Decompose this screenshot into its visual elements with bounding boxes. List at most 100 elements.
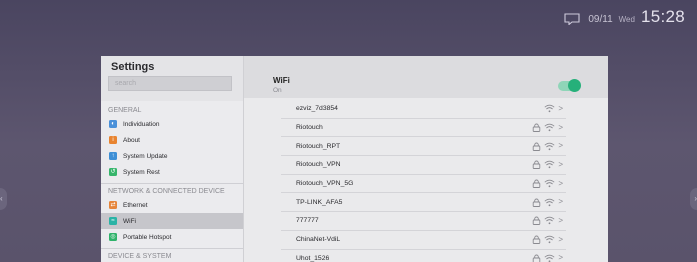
network-icons: > xyxy=(532,178,566,189)
wifi-signal-icon xyxy=(544,160,555,169)
sidebar-header: Settings search xyxy=(101,56,243,101)
left-edge-handle[interactable]: ‹ xyxy=(0,188,7,210)
hotspot-icon: ◎ xyxy=(109,233,117,241)
chevron-right-icon: > xyxy=(558,253,563,262)
section-divider xyxy=(101,248,243,249)
search-input[interactable]: search xyxy=(108,76,232,91)
wifi-panel: WiFi On ezviz_7d3854 > Riotouch > Riotouch_R… xyxy=(244,56,608,262)
sidebar-item-label: Individuation xyxy=(123,120,160,128)
chevron-right-icon: > xyxy=(558,141,563,151)
individuation-icon: ◐ xyxy=(109,120,117,128)
chevron-right-icon: > xyxy=(558,197,563,207)
wifi-signal-icon xyxy=(544,142,555,151)
network-ssid: Uhot_1526 xyxy=(296,254,330,262)
sidebar-item-label: Portable Hotspot xyxy=(123,233,172,241)
network-ssid: Riotouch xyxy=(296,124,323,132)
chevron-right-icon: > xyxy=(558,234,563,244)
network-ssid: Riotouch_RPT xyxy=(296,142,341,150)
lock-icon xyxy=(532,198,541,207)
sidebar-item-ethernet[interactable]: ⇄ Ethernet xyxy=(101,197,243,213)
wifi-signal-icon xyxy=(544,254,555,262)
right-edge-handle[interactable]: › xyxy=(690,188,697,210)
sidebar-item-system-update[interactable]: ↑ System Update xyxy=(101,148,243,164)
status-right: 09/11 Wed 15:28 xyxy=(564,8,685,26)
sidebar-item-system-rest[interactable]: ↺ System Rest xyxy=(101,164,243,180)
network-row[interactable]: ezviz_7d3854 > xyxy=(281,100,566,119)
sidebar-item-label: System Rest xyxy=(123,168,160,176)
network-row[interactable]: 777777 > xyxy=(281,212,566,231)
system-rest-icon: ↺ xyxy=(109,168,117,176)
toggle-knob xyxy=(568,79,581,92)
network-ssid: 777777 xyxy=(296,217,319,225)
ethernet-icon: ⇄ xyxy=(109,201,117,209)
network-ssid: TP-LINK_AFA5 xyxy=(296,198,343,206)
about-icon: i xyxy=(109,136,117,144)
network-icons: > xyxy=(532,142,566,151)
system-update-icon: ↑ xyxy=(109,152,117,160)
settings-window: Settings search GENERAL ◐ Individuation … xyxy=(101,56,608,262)
network-ssid: ChinaNet-VdiL xyxy=(296,236,341,244)
sidebar-item-individuation[interactable]: ◐ Individuation xyxy=(101,116,243,132)
settings-title: Settings xyxy=(111,61,155,73)
network-icons: > xyxy=(532,215,566,226)
status-bar: 09/11 Wed 15:28 xyxy=(0,0,697,34)
sidebar-item-label: WiFi xyxy=(123,217,136,225)
section-header-device-system: DEVICE & SYSTEM xyxy=(108,253,172,260)
network-icons: > xyxy=(532,234,566,245)
network-row[interactable]: Riotouch_VPN > xyxy=(281,156,566,175)
network-row[interactable]: TP-LINK_AFA5 > xyxy=(281,193,566,213)
lock-icon xyxy=(532,216,541,226)
network-icons: > xyxy=(544,104,566,113)
status-weekday: Wed xyxy=(618,15,635,24)
chevron-right-icon: > xyxy=(558,103,563,113)
chevron-right-icon: > xyxy=(558,159,563,169)
sidebar-item-wifi[interactable]: ≈ WiFi xyxy=(101,213,243,229)
network-icons: > xyxy=(532,198,566,207)
network-ssid: Riotouch_VPN xyxy=(296,161,341,169)
network-ssid: ezviz_7d3854 xyxy=(296,105,338,113)
network-row[interactable]: Riotouch > xyxy=(281,119,566,138)
lock-icon xyxy=(532,254,541,262)
wifi-toggle[interactable] xyxy=(558,79,581,92)
sidebar-item-about[interactable]: i About xyxy=(101,132,243,148)
network-ssid: Riotouch_VPN_5G xyxy=(296,180,354,188)
lock-icon xyxy=(532,123,541,132)
lock-icon xyxy=(532,235,541,245)
lock-icon xyxy=(532,142,541,151)
wifi-signal-icon xyxy=(544,104,555,113)
network-icons: > xyxy=(532,159,566,170)
chevron-right-icon: > xyxy=(558,215,563,225)
network-row[interactable]: Riotouch_RPT > xyxy=(281,137,566,157)
lock-icon xyxy=(532,179,541,189)
sidebar-item-label: About xyxy=(123,136,140,144)
wifi-title: WiFi xyxy=(273,76,290,85)
wifi-signal-icon xyxy=(544,198,555,207)
sidebar-item-label: System Update xyxy=(123,152,168,160)
wifi-signal-icon xyxy=(544,179,555,188)
status-date: 09/11 xyxy=(588,14,613,25)
network-list: ezviz_7d3854 > Riotouch > Riotouch_RPT > Rioto… xyxy=(281,100,566,262)
network-icons: > xyxy=(532,254,566,262)
wifi-signal-icon xyxy=(544,123,555,132)
wifi-signal-icon xyxy=(544,216,555,225)
section-header-network: NETWORK & CONNECTED DEVICE xyxy=(108,188,225,195)
network-icons: > xyxy=(532,123,566,132)
wifi-signal-icon xyxy=(544,235,555,244)
lock-icon xyxy=(532,160,541,170)
network-row[interactable]: Uhot_1526 > xyxy=(281,250,566,262)
section-divider xyxy=(101,183,243,184)
chevron-right-icon: > xyxy=(558,178,563,188)
status-time: 15:28 xyxy=(640,7,685,26)
settings-sidebar: Settings search GENERAL ◐ Individuation … xyxy=(101,56,244,262)
wifi-status: On xyxy=(273,87,282,94)
message-icon[interactable] xyxy=(564,12,580,26)
wifi-icon: ≈ xyxy=(109,217,117,225)
sidebar-item-label: Ethernet xyxy=(123,201,148,209)
network-row[interactable]: Riotouch_VPN_5G > xyxy=(281,175,566,194)
chevron-right-icon: > xyxy=(558,122,563,132)
chevron-left-icon: ‹ xyxy=(0,194,3,203)
section-header-general: GENERAL xyxy=(108,107,142,114)
network-row[interactable]: ChinaNet-VdiL > xyxy=(281,231,566,250)
wifi-header: WiFi On xyxy=(244,56,608,98)
sidebar-item-portable-hotspot[interactable]: ◎ Portable Hotspot xyxy=(101,229,243,245)
